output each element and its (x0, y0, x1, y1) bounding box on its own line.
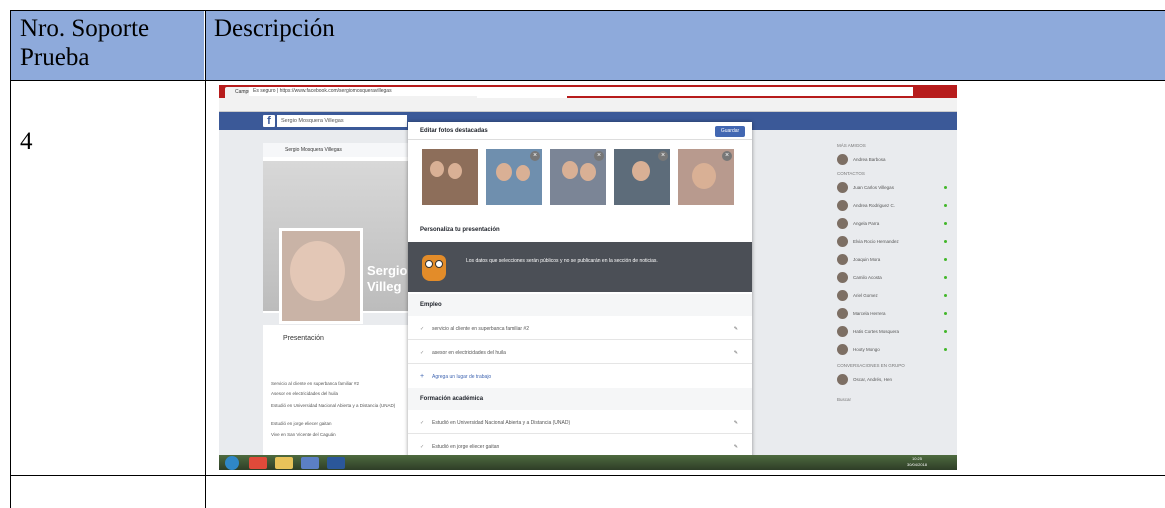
section-employment: Empleo (420, 302, 442, 308)
header-number-label: Nro. Soporte Prueba (20, 15, 150, 71)
banner-text: Los datos que selecciones serán públicos… (466, 258, 658, 264)
cover-name: Sergio Villeg (367, 263, 408, 294)
remove-photo-icon[interactable]: × (722, 151, 732, 161)
presentation-line: Vive en San Vicente del Caguán (271, 432, 336, 437)
contact-item[interactable]: Andrea Rodriguez C. (837, 199, 947, 213)
job-row[interactable]: ✓ asesor en electricidades del huila ✎ (408, 342, 752, 364)
profile-name-bar[interactable]: Sergio Mosquera Villegas (263, 143, 413, 157)
table-border-header (10, 80, 1165, 81)
contact-item[interactable]: Angela Parra (837, 217, 947, 231)
pencil-icon[interactable]: ✎ (734, 342, 738, 364)
presentation-line: Servicio al cliente en superbanca famili… (271, 381, 360, 386)
url-field[interactable]: Es seguro | https://www.facebook.com/ser… (249, 87, 913, 96)
facebook-search-input[interactable]: Sergio Mosquera Villegas (277, 115, 407, 127)
remove-photo-icon[interactable]: × (594, 151, 604, 161)
header-cell-description (206, 11, 1165, 80)
pencil-icon[interactable]: ✎ (734, 318, 738, 340)
table-border-top (10, 10, 1165, 11)
featured-photo[interactable]: × (550, 149, 606, 205)
remove-photo-icon[interactable]: × (530, 151, 540, 161)
header-description-label: Descripción (214, 15, 335, 42)
contact-item[interactable]: Marcela Herrera (837, 307, 947, 321)
sidebar-heading-friends: MÁS AMIGOS (837, 143, 866, 148)
address-bar (219, 98, 957, 112)
section-presentation: Personaliza tu presentación (420, 227, 500, 233)
mail-icon[interactable] (301, 457, 319, 469)
folder-icon[interactable] (275, 457, 293, 469)
presentation-line: Asesor en electricidades del huila (271, 391, 339, 396)
facebook-screenshot: Campus Virtual UNAD (1) 204047A_470: Des… (219, 85, 957, 470)
word-icon[interactable] (327, 457, 345, 469)
featured-photo[interactable]: × (614, 149, 670, 205)
document-table: Nro. Soporte Prueba Descripción 4 Campus… (0, 0, 1165, 508)
start-button-icon[interactable] (225, 456, 239, 470)
row-number: 4 (20, 128, 33, 155)
save-button[interactable]: Guardar (715, 126, 745, 137)
contact-item[interactable]: Juan Carlos Villegas (837, 181, 947, 195)
owl-mascot-icon (422, 255, 446, 281)
check-icon: ✓ (420, 326, 425, 332)
presentation-title: Presentación (283, 335, 324, 342)
contact-item[interactable]: Andrea Barbosa (837, 153, 947, 167)
education-label: Estudió en jorge eliecer gaitan (432, 444, 500, 450)
sidebar-heading-groups: CONVERSACIONES EN GRUPO (837, 363, 905, 368)
featured-photo[interactable]: × (678, 149, 734, 205)
contact-item[interactable]: Elvia Rocio Hernandez (837, 235, 947, 249)
contact-item[interactable]: Hooty Mongo (837, 343, 947, 357)
taskbar-clock: 10:25 30/04/2018 (907, 456, 928, 467)
presentation-line: Estudió en Universidad Nacional Abierta … (271, 403, 396, 408)
edit-featured-modal: Editar fotos destacadas Guardar × × × × … (408, 122, 752, 470)
contact-item[interactable]: Ariel Gomez (837, 289, 947, 303)
job-label: servicio al cliente en superbanca famili… (432, 326, 529, 332)
add-job-link[interactable]: + Agrega un lugar de trabajo (408, 366, 752, 388)
table-border-row (10, 475, 1165, 476)
group-item[interactable]: Oscar, Andrés, Hen (837, 373, 947, 387)
contact-item[interactable]: Hatis Cortes Mosquera (837, 325, 947, 339)
table-border-left (10, 10, 11, 508)
job-label: asesor en electricidades del huila (432, 350, 506, 356)
plus-icon: + (420, 373, 425, 380)
contact-item[interactable]: Camilo Acosta (837, 271, 947, 285)
presentation-line: Estudió en jorge eliecer gaitan (271, 421, 332, 426)
check-icon: ✓ (420, 420, 425, 426)
sidebar-heading-contacts: CONTACTOS (837, 171, 865, 176)
featured-photo[interactable]: × (486, 149, 542, 205)
sidebar-search[interactable]: Buscar (837, 397, 851, 402)
info-banner (408, 242, 752, 292)
facebook-logo-icon[interactable]: f (263, 115, 275, 127)
featured-photo[interactable] (422, 149, 478, 205)
job-row[interactable]: ✓ servicio al cliente en superbanca famil… (408, 318, 752, 340)
add-job-label: Agrega un lugar de trabajo (432, 374, 492, 380)
table-border-mid (205, 10, 206, 508)
education-label: Estudió en Universidad Nacional Abierta … (432, 420, 571, 426)
chrome-icon[interactable] (249, 457, 267, 469)
modal-title: Editar fotos destacadas (408, 122, 752, 140)
remove-photo-icon[interactable]: × (658, 151, 668, 161)
check-icon: ✓ (420, 350, 425, 356)
education-row[interactable]: ✓ Estudió en Universidad Nacional Abierta… (408, 412, 752, 434)
contact-item[interactable]: Joaquin Mora (837, 253, 947, 267)
pencil-icon[interactable]: ✎ (734, 412, 738, 434)
section-education: Formación académica (420, 396, 484, 402)
avatar[interactable] (279, 228, 363, 324)
